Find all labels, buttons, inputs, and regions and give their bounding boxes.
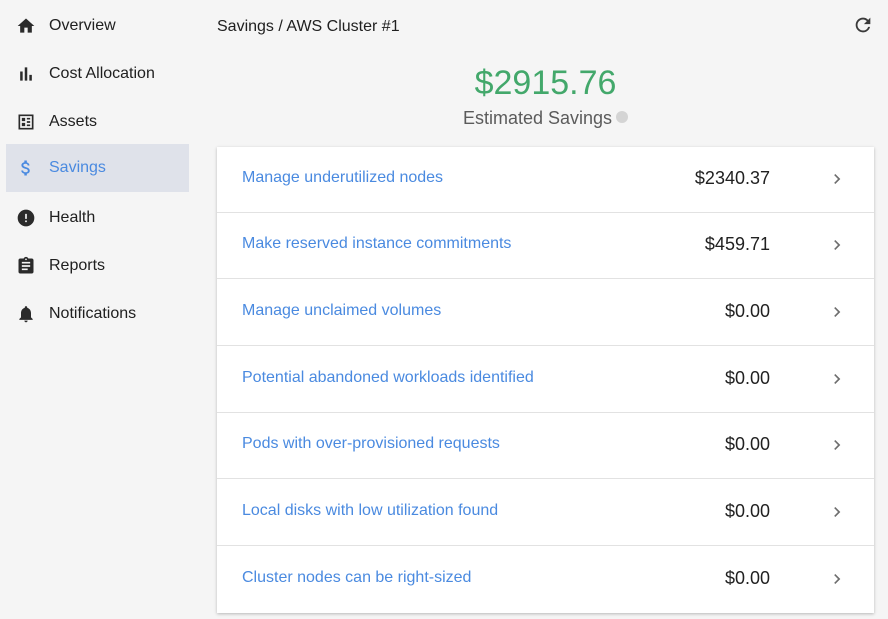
sidebar-item-overview[interactable]: Overview bbox=[6, 2, 189, 50]
savings-row-label: Manage unclaimed volumes bbox=[242, 302, 442, 319]
sidebar-item-health[interactable]: Health bbox=[6, 194, 189, 242]
sidebar-item-label: Assets bbox=[49, 113, 98, 130]
estimated-savings-label: Estimated Savings bbox=[217, 108, 874, 129]
clipboard-icon bbox=[15, 255, 37, 277]
sidebar-item-label: Savings bbox=[49, 159, 106, 176]
chevron-right-icon bbox=[827, 367, 847, 391]
home-icon bbox=[15, 15, 37, 37]
chevron-right-icon bbox=[827, 567, 847, 591]
savings-row-unclaimed-volumes[interactable]: Manage unclaimed volumes $0.00 bbox=[217, 280, 874, 346]
sidebar-item-assets[interactable]: Assets bbox=[6, 98, 189, 146]
chevron-right-icon bbox=[827, 300, 847, 324]
sidebar-item-label: Health bbox=[49, 209, 96, 226]
bar-chart-icon bbox=[15, 63, 37, 85]
chevron-right-icon bbox=[827, 167, 847, 191]
sidebar: Overview Cost Allocation Assets Savings … bbox=[0, 0, 195, 619]
savings-row-value: $0.00 bbox=[724, 368, 770, 388]
savings-row-value: $0.00 bbox=[724, 434, 770, 454]
savings-row-label: Cluster nodes can be right-sized bbox=[242, 569, 472, 586]
bell-icon bbox=[15, 303, 37, 325]
sidebar-item-reports[interactable]: Reports bbox=[6, 242, 189, 290]
savings-row-underutilized-nodes[interactable]: Manage underutilized nodes $2340.37 bbox=[217, 147, 874, 213]
savings-row-value: $0.00 bbox=[724, 568, 770, 588]
chevron-right-icon bbox=[827, 233, 847, 257]
savings-row-reserved-instances[interactable]: Make reserved instance commitments $459.… bbox=[217, 213, 874, 279]
savings-row-label: Make reserved instance commitments bbox=[242, 235, 512, 252]
assets-icon bbox=[15, 111, 37, 133]
savings-row-overprovisioned-pods[interactable]: Pods with over-provisioned requests $0.0… bbox=[217, 413, 874, 479]
estimated-savings-text: Estimated Savings bbox=[462, 108, 613, 128]
refresh-button[interactable] bbox=[852, 14, 874, 36]
savings-row-label: Pods with over-provisioned requests bbox=[242, 435, 500, 452]
savings-row-label: Manage underutilized nodes bbox=[242, 169, 444, 186]
chevron-right-icon bbox=[827, 500, 847, 524]
breadcrumb: Savings / AWS Cluster #1 bbox=[217, 18, 400, 35]
savings-row-local-disks[interactable]: Local disks with low utilization found $… bbox=[217, 480, 874, 546]
sidebar-item-cost-allocation[interactable]: Cost Allocation bbox=[6, 50, 189, 98]
savings-row-value: $0.00 bbox=[724, 301, 770, 321]
savings-row-value: $459.71 bbox=[704, 234, 770, 254]
savings-row-value: $2340.37 bbox=[694, 168, 770, 188]
savings-row-right-sized-nodes[interactable]: Cluster nodes can be right-sized $0.00 bbox=[217, 547, 874, 613]
sidebar-item-label: Reports bbox=[49, 257, 106, 274]
alert-icon bbox=[15, 207, 37, 229]
savings-list: Manage underutilized nodes $2340.37 Make… bbox=[217, 147, 874, 613]
savings-row-value: $0.00 bbox=[724, 501, 770, 521]
sidebar-item-label: Notifications bbox=[49, 305, 137, 322]
refresh-icon bbox=[852, 17, 874, 40]
sidebar-item-label: Cost Allocation bbox=[49, 65, 155, 82]
estimated-savings-total: $2915.76 bbox=[474, 64, 617, 102]
dollar-icon bbox=[15, 157, 37, 179]
chevron-right-icon bbox=[827, 433, 847, 457]
sidebar-item-notifications[interactable]: Notifications bbox=[6, 290, 189, 338]
info-icon[interactable] bbox=[616, 111, 629, 124]
savings-row-abandoned-workloads[interactable]: Potential abandoned workloads identified… bbox=[217, 347, 874, 413]
savings-row-label: Local disks with low utilization found bbox=[242, 502, 499, 519]
sidebar-item-label: Overview bbox=[49, 17, 116, 34]
sidebar-item-savings[interactable]: Savings bbox=[6, 144, 189, 192]
savings-row-label: Potential abandoned workloads identified bbox=[242, 369, 534, 386]
